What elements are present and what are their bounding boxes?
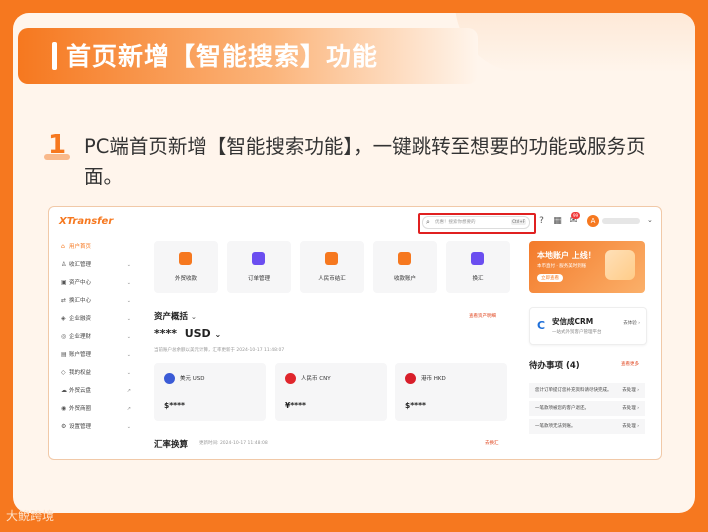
avatar[interactable]: A: [587, 215, 599, 227]
todo-item[interactable]: 您计订单提订您补充资料请尽快完成。 去处理 ›: [529, 383, 645, 398]
title-bar-accent: [52, 42, 57, 70]
account-card-cny[interactable]: 人民币 CNY ¥****: [275, 363, 387, 421]
todo-item[interactable]: 一笔款项无法到账。 去处理 ›: [529, 419, 645, 434]
crm-card[interactable]: C 安信成CRM 一站式外贸客户管理平台 去体验 ›: [529, 307, 647, 345]
notification-badge: 99: [571, 212, 581, 219]
sidebar-item-account[interactable]: ▤ 账户管理 ⌄: [61, 349, 131, 361]
app-topbar: XTransfer ⌕ 优惠！搜索你想要的 Ctrl+F ? ▦ ✉ 99 A …: [49, 207, 661, 237]
external-link-icon: ↗: [126, 406, 131, 412]
chevron-down-icon: ⌄: [126, 298, 131, 304]
financing-icon: ◈: [61, 315, 66, 322]
sidebar-item-wealth[interactable]: ◎ 企业理财 ⌄: [61, 331, 131, 343]
decorative-wave: [455, 13, 695, 73]
orders-icon: [252, 252, 265, 265]
account-icon: [398, 252, 411, 265]
chevron-down-icon: ⌄: [126, 262, 131, 268]
todo-item[interactable]: 一笔款项被您的客户退还。 去处理 ›: [529, 401, 645, 416]
todo-more-link[interactable]: 查看更多: [621, 361, 639, 367]
gift-icon: ◇: [61, 369, 66, 376]
sidebar-item-settings[interactable]: ⚙ 设置管理 ⌄: [61, 421, 131, 433]
sidebar: ⌂ 用户首页 ♙ 收汇管理 ⌄ ▣ 资产中心 ⌄ ⇄ 换汇中心 ⌄ ◈ 企业融资 ⌄ ◎ 企业理财 ⌄…: [49, 237, 137, 459]
circle-icon: ◉: [61, 405, 67, 412]
balance-note: 当前账户总余额以美元计算，汇率更新于 2024-10-17 11:48:07: [154, 348, 285, 353]
app-screenshot: XTransfer ⌕ 优惠！搜索你想要的 Ctrl+F ? ▦ ✉ 99 A …: [48, 206, 662, 460]
user-icon: ♙: [61, 261, 67, 268]
quick-action-collection[interactable]: 外贸收款: [154, 241, 218, 293]
account-card-usd[interactable]: 美元 USD $****: [154, 363, 266, 421]
crm-logo-icon: C: [537, 319, 546, 332]
chevron-down-icon[interactable]: ⌄: [647, 216, 653, 224]
sidebar-item-circle[interactable]: ◉ 外贸商圈 ↗: [61, 403, 131, 415]
slide-title: 首页新增【智能搜索】功能: [66, 42, 379, 71]
sidebar-item-cloud[interactable]: ☁ 外贸云盘 ↗: [61, 385, 131, 397]
wallet-icon: ▣: [61, 279, 67, 286]
promo-cta-button[interactable]: 立即查看: [537, 274, 563, 282]
search-input[interactable]: ⌕ 优惠！搜索你想要的 Ctrl+F: [422, 216, 530, 229]
chevron-down-icon: ⌄: [126, 316, 131, 322]
wealth-icon: ◎: [61, 333, 67, 340]
search-icon: ⌕: [426, 218, 430, 226]
us-flag-icon: [164, 373, 175, 384]
chevron-down-icon: ⌄: [126, 424, 131, 430]
promo-banner[interactable]: 本地账户 上线！ 本币直付 · 服务美时到账 立即查看: [529, 241, 645, 293]
search-shortcut: Ctrl+F: [511, 219, 526, 225]
todo-title: 待办事项 (4): [529, 361, 580, 371]
quick-action-exchange[interactable]: 换汇: [446, 241, 510, 293]
assets-detail-link[interactable]: 查看资产明细: [469, 313, 496, 319]
watermark-text: 大鲵跨境: [6, 509, 55, 523]
app-logo[interactable]: XTransfer: [59, 216, 113, 227]
exchange-title: 汇率换算: [154, 440, 189, 450]
quick-action-orders[interactable]: 订单管理: [227, 241, 291, 293]
balance-value: **** USD ⌄: [154, 327, 222, 340]
promo-card-illustration: [605, 250, 635, 280]
chevron-down-icon[interactable]: ⌄: [191, 313, 197, 321]
sidebar-item-home[interactable]: ⌂ 用户首页: [61, 241, 131, 253]
sidebar-item-financing[interactable]: ◈ 企业融资 ⌄: [61, 313, 131, 325]
chevron-down-icon: ⌄: [126, 334, 131, 340]
chevron-down-icon: ⌄: [126, 280, 131, 286]
exchange-icon: [471, 252, 484, 265]
settlement-icon: [325, 252, 338, 265]
hk-flag-icon: [405, 373, 416, 384]
chevron-down-icon: ⌄: [126, 352, 131, 358]
step-description: PC端首页新增【智能搜索功能】，一键跳转至想要的功能或服务页面。: [84, 135, 646, 188]
sidebar-item-collection[interactable]: ♙ 收汇管理 ⌄: [61, 259, 131, 271]
external-link-icon: ↗: [126, 388, 131, 394]
username-blurred[interactable]: [602, 218, 640, 224]
assets-title: 资产概括 ⌄: [154, 312, 197, 322]
exchange-meta: 更新时间: 2024-10-17 11:48:08: [199, 441, 268, 446]
step-number: 1: [48, 130, 67, 160]
help-icon[interactable]: ?: [536, 216, 547, 227]
sidebar-item-assets[interactable]: ▣ 资产中心 ⌄: [61, 277, 131, 289]
exchange-link[interactable]: 去换汇: [485, 440, 499, 446]
sidebar-item-benefits[interactable]: ◇ 我的权益 ⌄: [61, 367, 131, 379]
search-placeholder: 优惠！搜索你想要的: [435, 220, 476, 225]
chevron-down-icon: ⌄: [126, 370, 131, 376]
quick-action-cny-settlement[interactable]: 人民币结汇: [300, 241, 364, 293]
cloud-icon: ☁: [61, 387, 67, 394]
sidebar-item-exchange[interactable]: ⇄ 换汇中心 ⌄: [61, 295, 131, 307]
account-icon: ▤: [61, 351, 67, 358]
quick-action-receiving-account[interactable]: 收款账户: [373, 241, 437, 293]
cn-flag-icon: [285, 373, 296, 384]
account-card-hkd[interactable]: 港币 HKD $****: [395, 363, 507, 421]
gear-icon: ⚙: [61, 423, 67, 430]
home-icon: ⌂: [61, 243, 65, 250]
chevron-down-icon[interactable]: ⌄: [215, 330, 222, 339]
calendar-icon[interactable]: ▦: [552, 216, 563, 227]
exchange-icon: ⇄: [61, 297, 67, 304]
crm-go-link[interactable]: 去体验 ›: [623, 320, 640, 326]
collection-icon: [179, 252, 192, 265]
